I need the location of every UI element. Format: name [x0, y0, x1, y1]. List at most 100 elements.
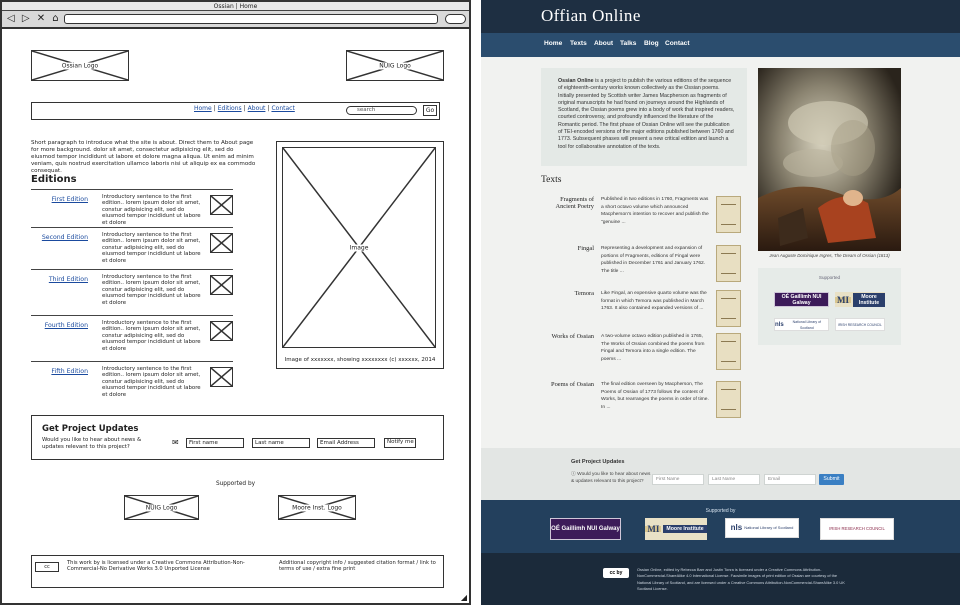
text-item-poems[interactable]: Poems of Ossian The final edition overse…	[541, 381, 741, 421]
cc-license-badge[interactable]: cc by	[603, 568, 629, 578]
wire-last-name-field[interactable]: Last name	[252, 438, 310, 448]
email-input[interactable]: Email	[764, 474, 816, 485]
site-footer: cc by Ossian Online, edited by Rebecca B…	[481, 553, 960, 605]
nav-texts[interactable]: Texts	[570, 40, 587, 47]
wire-edition-link[interactable]: First Edition	[52, 196, 88, 203]
wire-edition-link[interactable]: Fifth Edition	[51, 368, 88, 375]
text-item-desc: A two-volume octavo edition published in…	[601, 334, 705, 362]
book-thumbnail[interactable]	[716, 333, 741, 370]
wire-nav-about[interactable]: About	[248, 105, 266, 112]
wire-edition-link[interactable]: Fourth Edition	[45, 322, 88, 329]
text-item-title[interactable]: Poems of Ossian	[541, 381, 594, 388]
moore-mi-mark: MI	[835, 294, 851, 305]
wire-edition-link[interactable]: Second Edition	[42, 234, 88, 241]
text-item-desc: Representing a development and expansion…	[601, 246, 706, 274]
about-panel: Ossian Online is a project to publish th…	[541, 68, 747, 166]
about-lead: Ossian Online	[558, 78, 594, 84]
wire-edition-row: Second Edition Introductory sentence to …	[31, 227, 233, 272]
text-item-fingal[interactable]: Fingal Representing a development and ex…	[541, 245, 741, 285]
side-nuig-logo[interactable]: OÉ Gaillimh NUI Galway	[774, 292, 829, 307]
nuig-logo[interactable]: OÉ Gaillimh NUI Galway	[550, 518, 621, 540]
nav-sep: |	[243, 105, 246, 112]
ossian-logo-label: Ossian Logo	[60, 62, 100, 69]
wire-nav-home[interactable]: Home	[194, 105, 212, 112]
text-item-fragments[interactable]: Fragments of Ancient Poetry Published in…	[541, 196, 741, 236]
wire-first-name-field[interactable]: First name	[186, 438, 244, 448]
nav-contact[interactable]: Contact	[665, 40, 690, 47]
nav-about[interactable]: About	[594, 40, 613, 47]
website-screenshot: Offian Online Home Texts About Talks Blo…	[481, 0, 960, 605]
first-name-input[interactable]: First Name	[652, 474, 704, 485]
wire-updates-question: Would you like to hear about news & upda…	[42, 437, 142, 450]
nav-home[interactable]: Home	[544, 40, 562, 47]
text-item-title[interactable]: Works of Ossian	[541, 333, 594, 340]
wire-edition-thumb	[210, 367, 233, 387]
text-item-desc: The final edition overseen by Macpherson…	[601, 382, 709, 410]
book-thumbnail[interactable]	[716, 290, 741, 327]
side-moore-logo[interactable]: MI Moore Institute	[835, 292, 885, 307]
wire-edition-thumb	[210, 275, 233, 295]
site-title[interactable]: Offian Online	[541, 6, 641, 26]
wire-nav-editions[interactable]: Editions	[218, 105, 242, 112]
browser-search-box[interactable]	[445, 14, 466, 24]
wire-moore-logo-placeholder: Moore Inst. Logo	[278, 495, 356, 520]
wire-edition-row: Fifth Edition Introductory sentence to t…	[31, 361, 233, 406]
book-thumbnail[interactable]	[716, 381, 741, 418]
text-item-desc: Published in two editions in 1760, Fragm…	[601, 197, 709, 225]
wire-nav-contact[interactable]: Contact	[271, 105, 294, 112]
wire-edition-desc: Introductory sentence to the first editi…	[102, 274, 201, 306]
wire-supported-by: Supported by	[215, 481, 256, 487]
wire-edition-desc: Introductory sentence to the first editi…	[102, 232, 201, 264]
book-thumbnail[interactable]	[716, 196, 741, 233]
footer-license-text: Ossian Online, edited by Rebecca Barr an…	[637, 567, 845, 592]
book-thumbnail[interactable]	[716, 245, 741, 282]
window-title: Ossian | Home	[2, 2, 469, 11]
moore-logo[interactable]: MI Moore Institute	[645, 518, 707, 540]
resize-handle-icon[interactable]: ◢	[461, 593, 467, 602]
text-item-desc: Like Fingal, an expensive quarto volume …	[601, 291, 707, 311]
side-supported-box: Supported OÉ Gaillimh NUI Galway MI Moore…	[758, 268, 901, 345]
wire-nav-links: Home | Editions | About | Contact	[194, 105, 297, 112]
updates-question-text: Would you like to hear about news & upda…	[571, 472, 651, 484]
side-nls-logo[interactable]: nls National Library of Scotland	[774, 318, 829, 331]
envelope-icon: ✉	[172, 438, 179, 447]
text-item-title[interactable]: Fragments of Ancient Poetry	[541, 196, 594, 210]
wire-notify-button[interactable]: Notify me	[384, 438, 416, 448]
text-item-title[interactable]: Fingal	[541, 245, 594, 252]
text-item-title[interactable]: Temora	[541, 290, 594, 297]
wire-updates-title: Get Project Updates	[42, 424, 139, 434]
wire-nuig-logo-placeholder: NUIG Logo	[124, 495, 199, 520]
wire-go-button[interactable]: Go	[423, 105, 437, 116]
irc-logo[interactable]: IRISH RESEARCH COUNCIL	[820, 518, 894, 540]
wire-intro-paragraph: Short paragraph to introduce what the si…	[31, 140, 256, 174]
painting-caption: Jean Auguste Dominique Ingres, The Dream…	[769, 253, 890, 258]
moore-text: Moore Institute	[663, 525, 707, 533]
wire-edition-desc: Introductory sentence to the first editi…	[102, 366, 201, 398]
wire-nuig-logo-label: NUIG Logo	[144, 504, 179, 511]
browser-nav-icons[interactable]: ◁ ▷ ✕ ⌂	[7, 13, 61, 25]
nav-sep: |	[267, 105, 270, 112]
side-irc-logo[interactable]: IRISH RESEARCH COUNCIL	[835, 318, 885, 331]
wire-image-placeholder: Image	[282, 147, 436, 348]
url-bar[interactable]	[64, 14, 438, 24]
wire-edition-thumb	[210, 321, 233, 341]
supported-by-label: Supported by	[705, 508, 736, 514]
wire-search-input[interactable]: search	[346, 106, 417, 115]
wire-updates-box: Get Project Updates Would you like to he…	[31, 415, 444, 460]
nls-logo[interactable]: nls National Library of Scotland	[725, 518, 799, 538]
nav-talks[interactable]: Talks	[620, 40, 636, 47]
text-item-temora[interactable]: Temora Like Fingal, an expensive quarto …	[541, 290, 741, 330]
updates-strip: Get Project Updates ⓘ Would you like to …	[481, 448, 960, 500]
wire-edition-row: Fourth Edition Introductory sentence to …	[31, 315, 233, 360]
nls-mark: nls	[775, 321, 784, 328]
nls-text: National Library of Scotland	[792, 319, 822, 330]
submit-button[interactable]: Submit	[819, 474, 844, 485]
wire-edition-link[interactable]: Third Edition	[49, 276, 88, 283]
wire-email-field[interactable]: Email Address	[317, 438, 375, 448]
nav-blog[interactable]: Blog	[644, 40, 659, 47]
last-name-input[interactable]: Last Name	[708, 474, 760, 485]
moore-text: Moore Institute	[853, 292, 885, 307]
texts-heading: Texts	[541, 175, 562, 185]
text-item-works[interactable]: Works of Ossian A two-volume octavo edit…	[541, 333, 741, 373]
cc-badge-icon: cc	[35, 562, 59, 572]
